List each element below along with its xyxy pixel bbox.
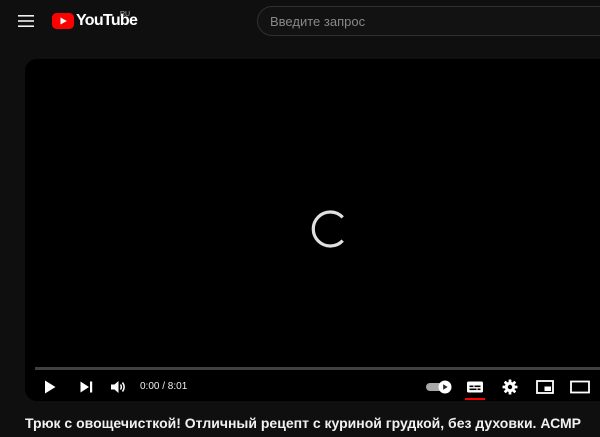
subtitles-icon [467, 381, 483, 393]
masthead: YouTube RU [0, 0, 600, 42]
loading-spinner-icon [311, 210, 344, 248]
search-box[interactable] [257, 6, 600, 36]
subtitles-active-indicator [465, 398, 485, 400]
play-button[interactable] [39, 373, 61, 401]
mute-button[interactable] [108, 373, 130, 401]
autoplay-toggle[interactable] [424, 373, 454, 401]
subtitles-button[interactable] [464, 373, 486, 401]
autoplay-toggle-icon [426, 380, 452, 394]
miniplayer-button[interactable] [534, 373, 556, 401]
gear-icon [502, 379, 518, 395]
search-input[interactable] [258, 7, 600, 35]
volume-icon [111, 381, 125, 393]
player-controls: 0:00 / 8:01 [25, 373, 600, 401]
progress-bar[interactable] [35, 367, 600, 370]
next-icon [80, 381, 92, 393]
guide-menu-button[interactable] [14, 10, 38, 32]
video-player[interactable]: 0:00 / 8:01 [25, 59, 600, 401]
next-button[interactable] [75, 373, 97, 401]
theater-mode-icon [570, 380, 590, 394]
hamburger-menu-icon [18, 15, 34, 27]
theater-mode-button[interactable] [568, 373, 592, 401]
region-code: RU [120, 11, 131, 18]
play-icon [45, 380, 56, 394]
miniplayer-icon [536, 380, 554, 394]
settings-button[interactable] [499, 373, 521, 401]
video-title: Трюк с овощечисткой! Отличный рецепт с к… [25, 415, 582, 431]
time-display: 0:00 / 8:01 [140, 381, 188, 392]
youtube-play-logo-icon [52, 13, 74, 29]
